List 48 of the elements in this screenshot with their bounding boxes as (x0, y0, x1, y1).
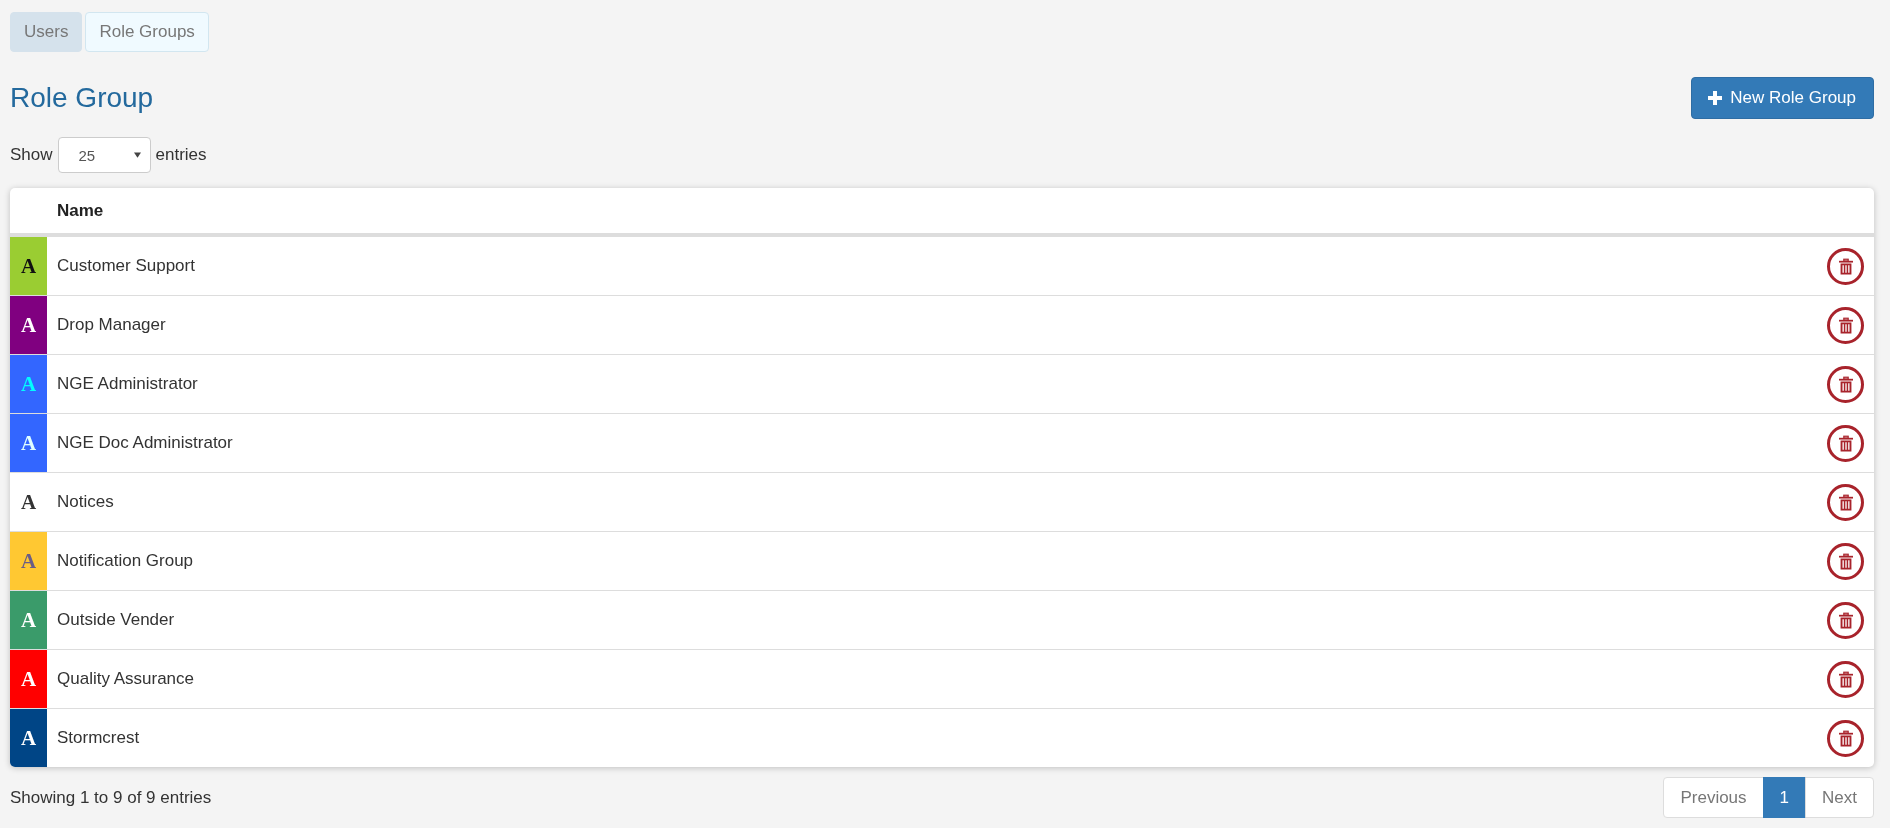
column-header: Name (57, 200, 104, 221)
page-size-select[interactable]: 25 (57, 137, 151, 173)
page-title: Role Group (10, 81, 154, 115)
trash-icon (1838, 375, 1853, 393)
role-name[interactable]: Drop Manager (57, 315, 166, 335)
letter-icon: A (20, 255, 37, 277)
role-name[interactable]: Customer Support (57, 256, 195, 276)
nav-tab[interactable]: Users (10, 12, 83, 52)
trash-icon (1838, 493, 1853, 511)
letter-icon: A (20, 491, 37, 513)
trash-icon (1838, 552, 1853, 570)
trash-icon (1838, 434, 1853, 452)
role-name[interactable]: NGE Administrator (57, 374, 198, 394)
delete-button[interactable] (1827, 306, 1864, 344)
nav-tab[interactable]: Role Groups (85, 12, 209, 52)
entries-label: entries (155, 145, 207, 165)
role-name[interactable]: Notification Group (57, 551, 194, 571)
trash-icon (1838, 729, 1853, 747)
delete-button[interactable] (1827, 247, 1864, 285)
show-label: Show (10, 145, 53, 165)
role-name[interactable]: Notices (57, 492, 114, 512)
trash-icon (1838, 611, 1853, 629)
trash-icon (1838, 670, 1853, 688)
table-info: Showing 1 to 9 of 9 entries (10, 787, 212, 808)
letter-icon: A (20, 609, 37, 631)
role-name[interactable]: NGE Doc Administrator (57, 433, 233, 453)
letter-icon: A (20, 668, 37, 690)
delete-button[interactable] (1827, 365, 1864, 403)
letter-icon: A (20, 314, 37, 336)
delete-button[interactable] (1827, 660, 1864, 698)
letter-icon: A (20, 432, 37, 454)
caret-icon (133, 152, 141, 158)
letter-icon: A (20, 727, 37, 749)
delete-button[interactable] (1827, 542, 1864, 580)
delete-button[interactable] (1827, 601, 1864, 639)
role-name[interactable]: Outside Vender (57, 610, 175, 630)
delete-button[interactable] (1827, 719, 1864, 757)
role-name[interactable]: Quality Assurance (57, 669, 194, 689)
letter-icon: A (20, 550, 37, 572)
new-role-group-button[interactable]: New Role Group (1691, 77, 1874, 119)
pagination-button[interactable]: 1 (1762, 777, 1807, 818)
trash-icon (1838, 257, 1853, 275)
role-name[interactable]: Stormcrest (57, 728, 140, 748)
delete-button[interactable] (1827, 424, 1864, 462)
plus-icon (1708, 91, 1723, 105)
delete-button[interactable] (1827, 483, 1864, 521)
letter-icon: A (20, 373, 37, 395)
trash-icon (1838, 316, 1853, 334)
